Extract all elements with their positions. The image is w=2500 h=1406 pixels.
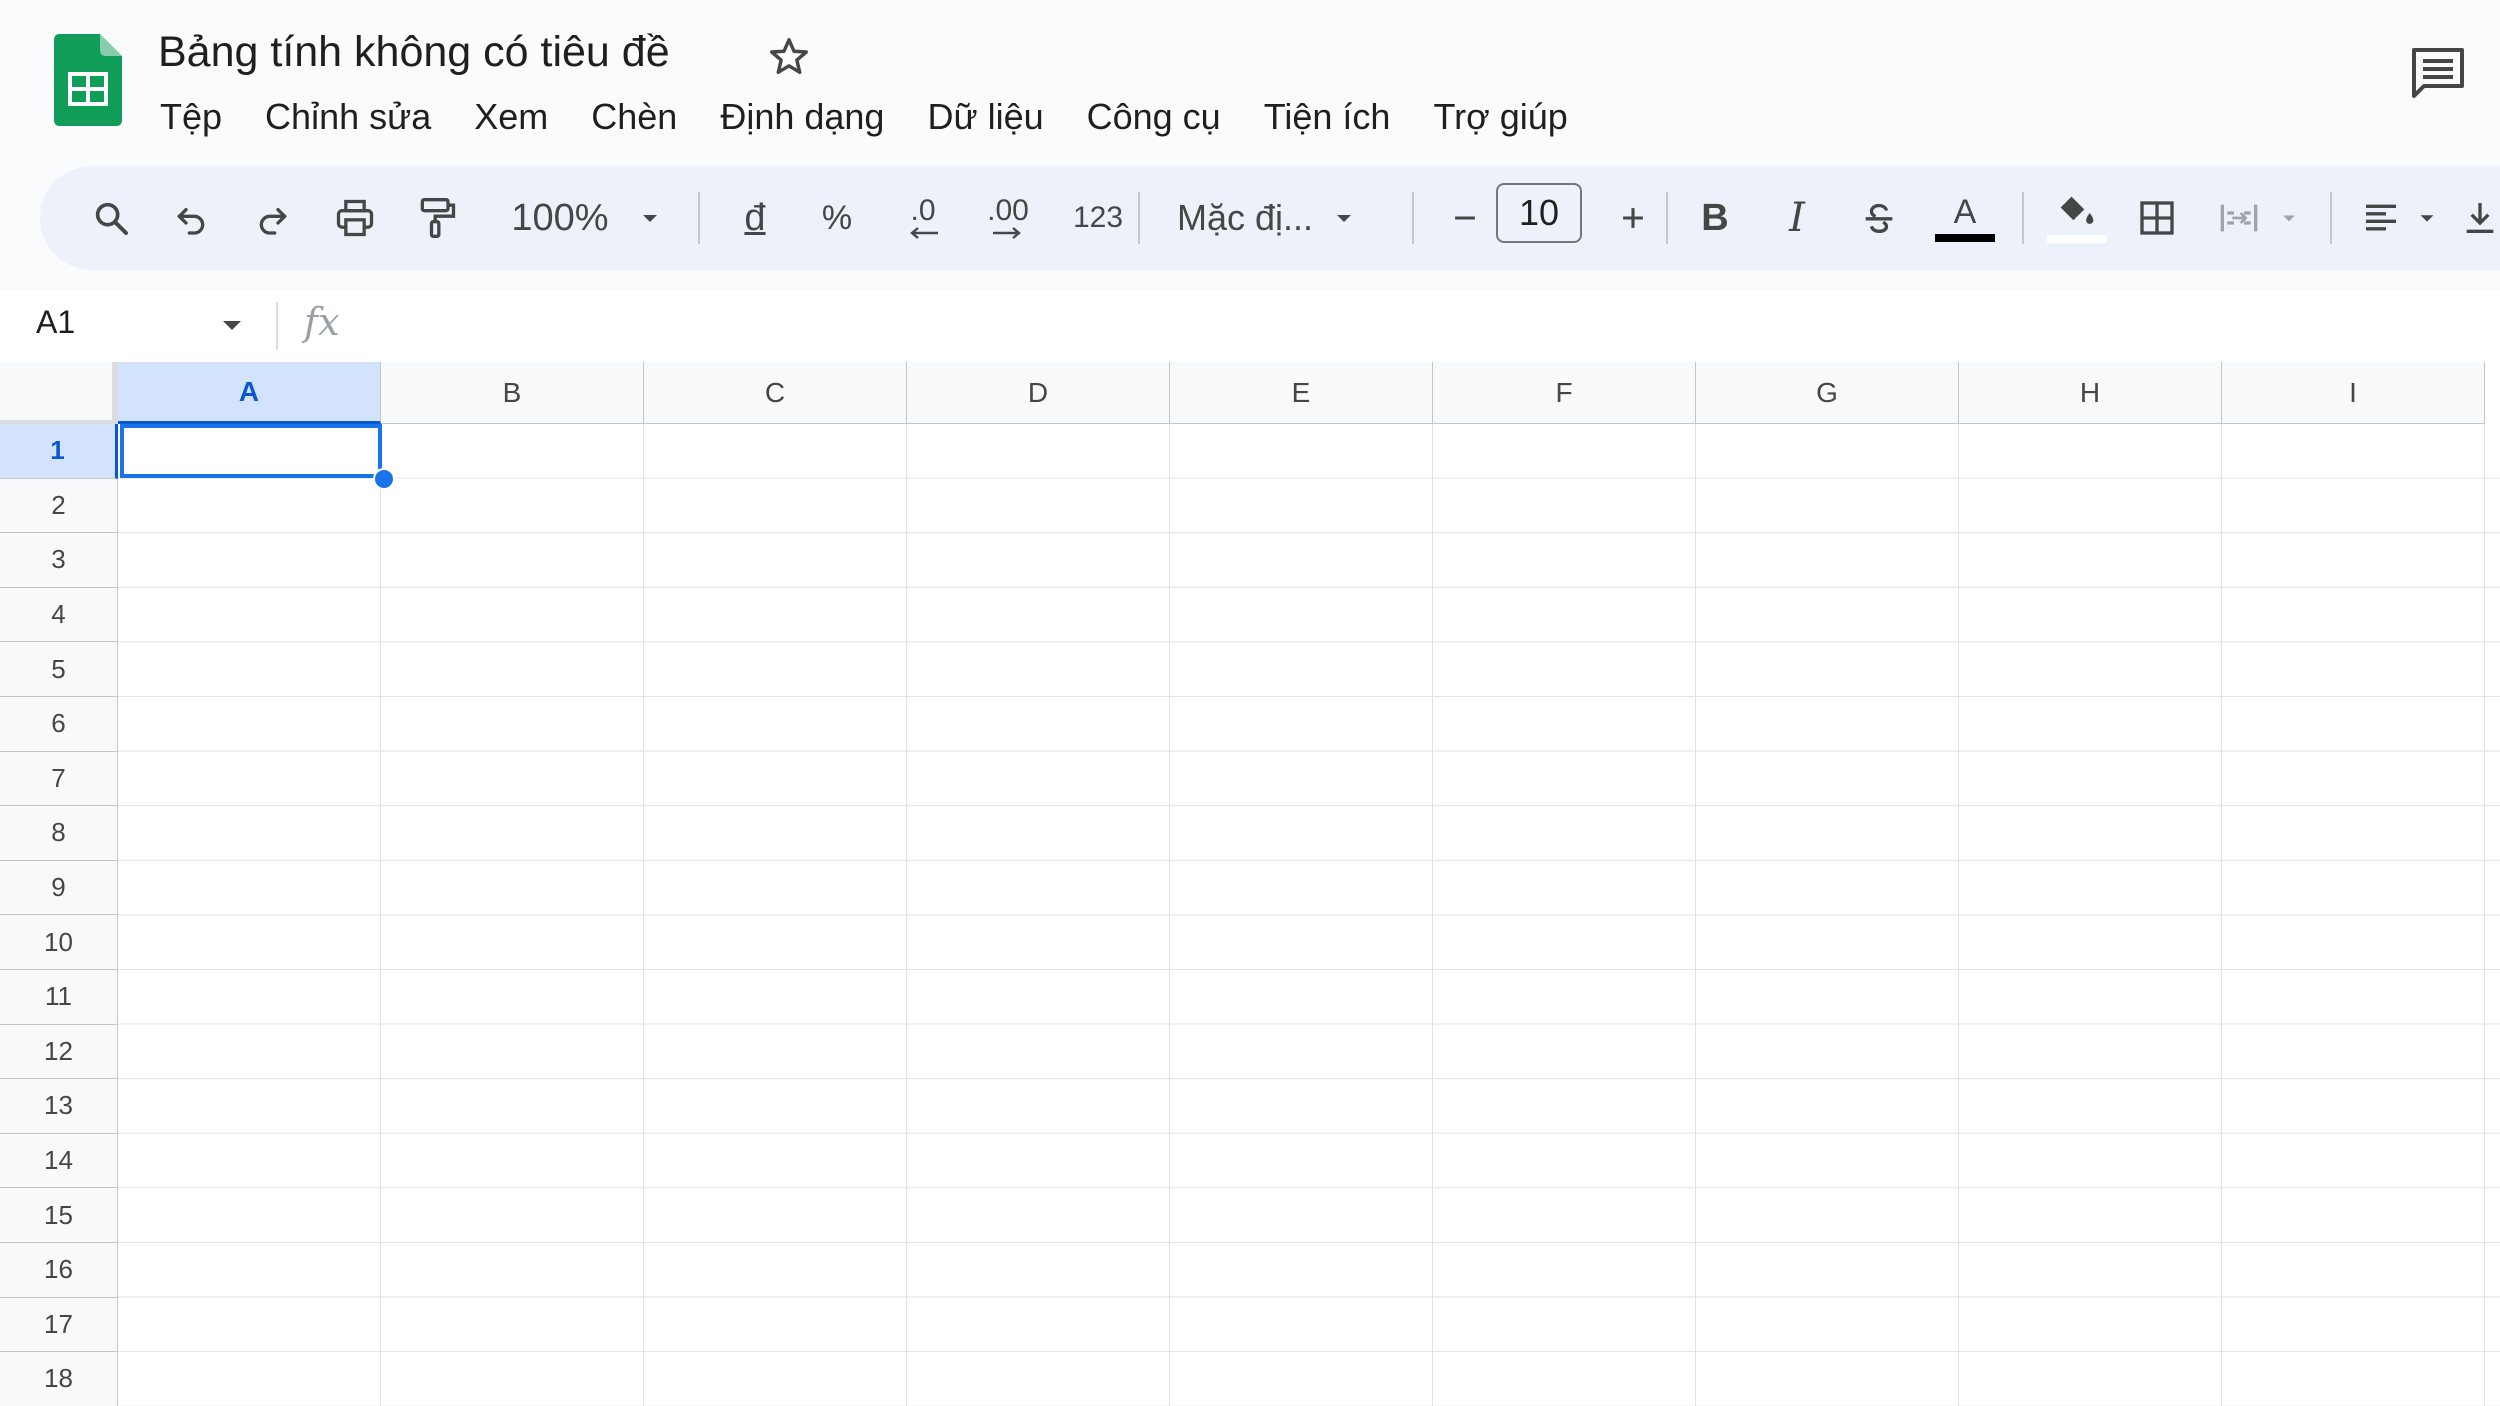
row-header-10[interactable]: 10 [0,915,118,970]
fill-color-button[interactable] [2042,166,2112,270]
fill-color-swatch [2047,235,2107,243]
align-dropdown-icon[interactable] [2410,166,2444,270]
merge-cells-icon[interactable] [2208,166,2270,270]
menu-tools[interactable]: Công cụ [1087,96,1221,138]
column-header-g[interactable]: G [1696,362,1959,424]
percent-format-button[interactable]: % [806,166,868,270]
increase-decimal-label: .00 [987,194,1029,227]
menu-format[interactable]: Định dạng [720,96,884,138]
menu-help[interactable]: Trợ giúp [1433,96,1567,138]
column-header-i[interactable]: I [2222,362,2485,424]
name-box[interactable]: A1 [36,304,75,341]
row-header-2[interactable]: 2 [0,478,118,534]
paint-format-icon[interactable] [406,166,468,270]
increase-font-size-icon[interactable] [1602,166,1664,270]
row-header-3[interactable]: 3 [0,533,118,588]
text-color-swatch [1935,234,1995,242]
row-header-15[interactable]: 15 [0,1188,118,1243]
text-color-a-icon: A [1953,193,1977,231]
menu-insert[interactable]: Chèn [591,96,677,138]
column-header-c[interactable]: C [644,362,907,424]
decrease-decimal-label: .0 [910,194,936,227]
search-menus-icon[interactable] [80,166,142,270]
currency-format-button[interactable]: đ [724,166,786,270]
row-header-5[interactable]: 5 [0,642,118,697]
paint-bucket-icon [2060,196,2094,224]
arrow-left-icon [910,227,938,239]
horizontal-align-icon[interactable] [2350,166,2412,270]
zoom-dropdown-icon[interactable] [630,166,670,270]
merge-dropdown-icon[interactable] [2272,166,2306,270]
row-header-6[interactable]: 6 [0,696,118,752]
row-header-17[interactable]: 17 [0,1297,118,1353]
app-header: Bảng tính không có tiêu đề Tệp Chỉnh sửa… [0,0,2500,290]
column-header-f[interactable]: F [1433,362,1696,424]
row-header-1[interactable]: 1 [0,424,118,479]
toolbar-separator [2022,192,2024,244]
menu-file[interactable]: Tệp [160,96,222,138]
font-dropdown-icon[interactable] [1324,166,1364,270]
increase-decimal-button[interactable]: .00 [970,166,1046,270]
document-title[interactable]: Bảng tính không có tiêu đề [158,28,670,77]
column-header-d[interactable]: D [907,362,1170,424]
column-header-h[interactable]: H [1959,362,2222,424]
column-header-e[interactable]: E [1170,362,1433,424]
select-all-corner[interactable] [0,362,118,424]
toolbar-separator [1666,192,1668,244]
toolbar: 100% đ % .0 .00 123 Mặc đị... B I A [40,166,2500,270]
active-cell-a1[interactable] [120,424,382,478]
italic-button[interactable]: I [1766,166,1828,270]
undo-icon[interactable] [160,166,222,270]
fx-icon: fx [304,300,340,344]
star-icon[interactable] [766,34,812,80]
row-header-9[interactable]: 9 [0,860,118,916]
toolbar-separator [1138,192,1140,244]
toolbar-separator [698,192,700,244]
text-color-button[interactable]: A [1930,166,2000,270]
sheets-logo-icon[interactable] [54,34,122,126]
borders-icon[interactable] [2126,166,2188,270]
menu-bar: Tệp Chỉnh sửa Xem Chèn Định dạng Dữ liệu… [160,92,1611,142]
redo-icon[interactable] [242,166,304,270]
more-formats-button[interactable]: 123 [1058,166,1138,270]
row-header-12[interactable]: 12 [0,1024,118,1080]
row-header-13[interactable]: 13 [0,1079,118,1134]
column-header-b[interactable]: B [381,362,644,424]
menu-extensions[interactable]: Tiện ích [1264,96,1391,138]
decrease-font-size-icon[interactable] [1434,166,1496,270]
spreadsheet-grid: ABCDEFGHI 1 2 3 4 5 6 7 8 9 10 11 12 13 14 15 16 17 18 [0,362,2500,1406]
toolbar-separator [2330,192,2332,244]
row-header-14[interactable]: 14 [0,1133,118,1189]
column-header-a[interactable]: A [118,362,381,424]
row-header-11[interactable]: 11 [0,969,118,1025]
name-box-dropdown-icon[interactable] [220,318,244,339]
font-family-select[interactable]: Mặc đị... [1170,166,1320,270]
bold-button[interactable]: B [1684,166,1746,270]
row-header-4[interactable]: 4 [0,587,118,643]
vertical-align-icon[interactable] [2460,166,2500,270]
comment-history-icon[interactable] [2410,46,2466,100]
decrease-decimal-button[interactable]: .0 [888,166,958,270]
strikethrough-icon[interactable] [1848,166,1910,270]
formula-separator [276,302,278,350]
row-header-18[interactable]: 18 [0,1352,118,1406]
menu-view[interactable]: Xem [474,96,548,138]
arrow-right-icon [993,227,1021,239]
zoom-value[interactable]: 100% [500,166,620,270]
row-header-8[interactable]: 8 [0,806,118,861]
column-headers: ABCDEFGHI [118,362,2485,424]
print-icon[interactable] [324,166,386,270]
menu-data[interactable]: Dữ liệu [927,96,1043,138]
row-header-7[interactable]: 7 [0,751,118,807]
menu-edit[interactable]: Chỉnh sửa [265,96,431,138]
fill-handle[interactable] [373,468,395,490]
cell-area[interactable] [118,424,2500,1406]
toolbar-separator [1412,192,1414,244]
row-headers: 1 2 3 4 5 6 7 8 9 10 11 12 13 14 15 16 17 18 [0,424,118,1406]
formula-bar: A1 fx [0,290,2500,363]
font-size-input[interactable]: 10 [1496,183,1582,243]
row-header-16[interactable]: 16 [0,1242,118,1298]
